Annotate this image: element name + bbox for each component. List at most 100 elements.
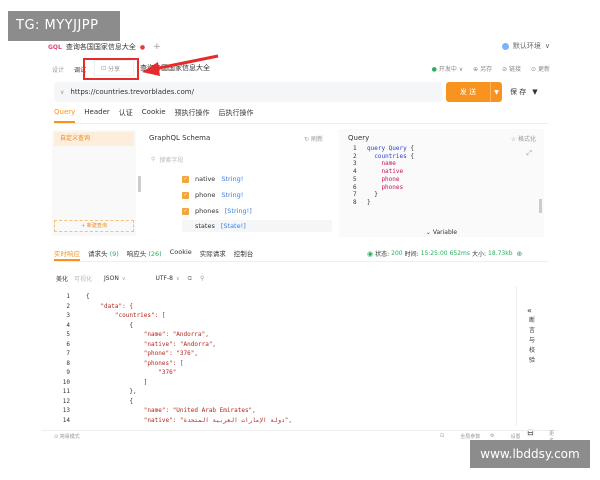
query-code-editor[interactable]: 1 query Query { 2 countries { 3 name 4 na… xyxy=(353,145,414,207)
tab-live-response[interactable]: 实时响应 xyxy=(54,248,80,261)
tab-post-script[interactable]: 后执行操作 xyxy=(219,108,254,123)
settings-button[interactable]: ⚙ 设置 xyxy=(490,433,521,440)
save-button[interactable]: 保 存 ▼ xyxy=(510,87,538,97)
custom-query-item[interactable]: 自定义查询 xyxy=(54,132,134,146)
line-text: "data": { xyxy=(86,302,133,310)
tab-request-headers[interactable]: 请求头 (9) xyxy=(88,248,119,261)
line-text: "native": "Andorra", xyxy=(86,340,217,348)
variable-toggle[interactable]: ⌄ Variable xyxy=(339,229,544,237)
tab-console[interactable]: 控制台 xyxy=(234,248,254,261)
checkbox-checked-icon[interactable]: ✓ xyxy=(182,191,189,199)
code-line: 1{ xyxy=(56,292,516,302)
query-editor-panel: Query ☆ 格式化 ⤢ 1 query Query { 2 countries… xyxy=(339,129,544,237)
line-number: 13 xyxy=(62,407,70,414)
search-icon[interactable]: ⚲ xyxy=(200,275,204,282)
code-line: 3 "countries": [ xyxy=(56,311,516,321)
tab-cookie[interactable]: Cookie xyxy=(170,248,192,261)
method-chevron-icon[interactable]: ∨ xyxy=(60,89,64,96)
global-params-button[interactable]: ⊡ 全局参数 xyxy=(440,433,480,440)
schema-field-native[interactable]: ✓ native String! xyxy=(182,173,243,185)
expand-icon[interactable]: ⤢ xyxy=(526,149,532,158)
url-value: https://countries.trevorblades.com/ xyxy=(70,88,194,96)
schema-refresh-button[interactable]: ↻ 刷新 xyxy=(304,134,323,143)
mode-design[interactable]: 设计 xyxy=(52,65,64,74)
code-line: 11 }, xyxy=(56,387,516,397)
schema-search-input[interactable]: ⚲ 搜索字段 xyxy=(145,151,325,167)
line-number: 7 xyxy=(66,350,70,357)
line-text: { xyxy=(86,293,90,300)
document-tab[interactable]: 查询各国国家信息大全 xyxy=(66,42,136,52)
environment-label: 默认环境 xyxy=(512,42,541,50)
encoding-select[interactable]: UTF-8 xyxy=(156,275,174,282)
beautify-toggle[interactable]: 美化 xyxy=(56,274,68,283)
code-line: 7 "phone": "376", xyxy=(56,349,516,359)
highlight-rectangle xyxy=(83,58,139,80)
code-line: 1 query Query { xyxy=(353,145,414,152)
code-line: 8} xyxy=(353,198,371,206)
copy-icon[interactable]: ⧉ xyxy=(188,275,192,283)
line-number: 6 xyxy=(66,340,70,348)
chevron-left-icon[interactable]: « xyxy=(527,306,532,315)
line-number: 12 xyxy=(62,397,70,405)
scrollbar[interactable] xyxy=(539,199,542,213)
line-number: 3 xyxy=(66,312,70,319)
code-line: 3 name xyxy=(353,160,396,168)
response-format-row: 美化 可视化 JSON ∨ UTF-8 ∨ ⧉ ⚲ xyxy=(56,274,204,284)
unsaved-dot-icon: ● xyxy=(139,43,146,51)
simple-mode-toggle[interactable]: ⊙ 简易模式 xyxy=(54,433,80,440)
code-line: 9 "376" xyxy=(56,368,516,378)
tab-auth[interactable]: 认证 xyxy=(119,108,133,123)
line-number: 2 xyxy=(66,302,70,310)
tab-pre-script[interactable]: 预执行操作 xyxy=(175,108,210,123)
schema-field-phones[interactable]: ✓ phones [String!] xyxy=(182,205,252,217)
code-line: 2 "data": { xyxy=(56,302,516,312)
tab-query[interactable]: Query xyxy=(54,108,76,123)
assertion-panel-toggle[interactable]: 断言与校验 xyxy=(528,316,536,366)
checkbox-checked-icon[interactable]: ✓ xyxy=(182,207,189,215)
globe-icon: ◉ xyxy=(367,249,374,258)
environment-selector[interactable]: 默认环境 ∨ xyxy=(501,41,550,51)
status-dropdown[interactable]: ● 开发中 ∨ xyxy=(432,64,464,73)
send-options-button[interactable]: ▼ xyxy=(490,82,502,102)
add-tab-button[interactable]: + xyxy=(153,42,161,52)
chevron-down-icon: ∨ xyxy=(176,275,180,282)
save-as-button[interactable]: ⊕ 另存 xyxy=(473,64,492,73)
more-button[interactable]: ⊙ 更新 xyxy=(531,64,550,73)
response-status: ◉ 状态: 200 时间: 15:25:00 652ms 大小: 18.73kb… xyxy=(367,249,523,259)
line-text: "phone": "376", xyxy=(86,350,198,357)
response-body[interactable]: 1{2 "data": {3 "countries": [4 {5 "name"… xyxy=(56,292,516,425)
url-input[interactable]: ∨ https://countries.trevorblades.com/ xyxy=(54,82,442,102)
tab-header[interactable]: Header xyxy=(84,108,110,123)
checkbox-checked-icon[interactable]: ✓ xyxy=(182,175,189,183)
schema-field-states[interactable]: states [State!] xyxy=(182,220,332,232)
line-text: }, xyxy=(86,388,137,395)
panel-resize-handle[interactable] xyxy=(138,176,141,192)
tab-cookie[interactable]: Cookie xyxy=(142,108,166,123)
field-type: [String!] xyxy=(224,207,252,215)
tab-actual-request[interactable]: 实际请求 xyxy=(200,248,226,261)
link-button[interactable]: ⊘ 链接 xyxy=(502,64,521,73)
toolbar-actions: ● 开发中 ∨ ⊕ 另存 ⊘ 链接 ⊙ 更新 xyxy=(432,64,550,73)
line-text: "name": "United Arab Emirates", xyxy=(86,407,256,414)
search-placeholder: 搜索字段 xyxy=(159,156,184,164)
line-number: 8 xyxy=(66,359,70,367)
environment-icon xyxy=(501,42,509,50)
visualize-toggle[interactable]: 可视化 xyxy=(74,274,92,283)
field-name: native xyxy=(195,175,216,183)
line-text: "name": "Andorra", xyxy=(86,331,209,338)
download-icon[interactable]: ⊕ xyxy=(517,250,523,258)
watermark-bottom-right: www.lbddsy.com xyxy=(470,440,590,468)
assertion-side-panel: « 断言与校验 ⊟ xyxy=(516,286,546,437)
code-line: 12 { xyxy=(56,397,516,407)
code-line: 6 phones xyxy=(353,183,404,191)
new-query-button[interactable]: + 新建查询 xyxy=(54,220,134,232)
format-button[interactable]: ☆ 格式化 xyxy=(511,134,536,143)
field-type: String! xyxy=(221,175,244,183)
tab-response-headers[interactable]: 响应头 (26) xyxy=(127,248,162,261)
code-line: 8 "phones": [ xyxy=(56,359,516,369)
watermark-top-left: TG: MYYJJPP xyxy=(8,11,120,41)
send-button[interactable]: 发 送 xyxy=(446,82,490,102)
format-select[interactable]: JSON xyxy=(104,275,119,282)
line-text: "countries": [ xyxy=(86,312,166,319)
schema-field-phone[interactable]: ✓ phone String! xyxy=(182,189,243,201)
